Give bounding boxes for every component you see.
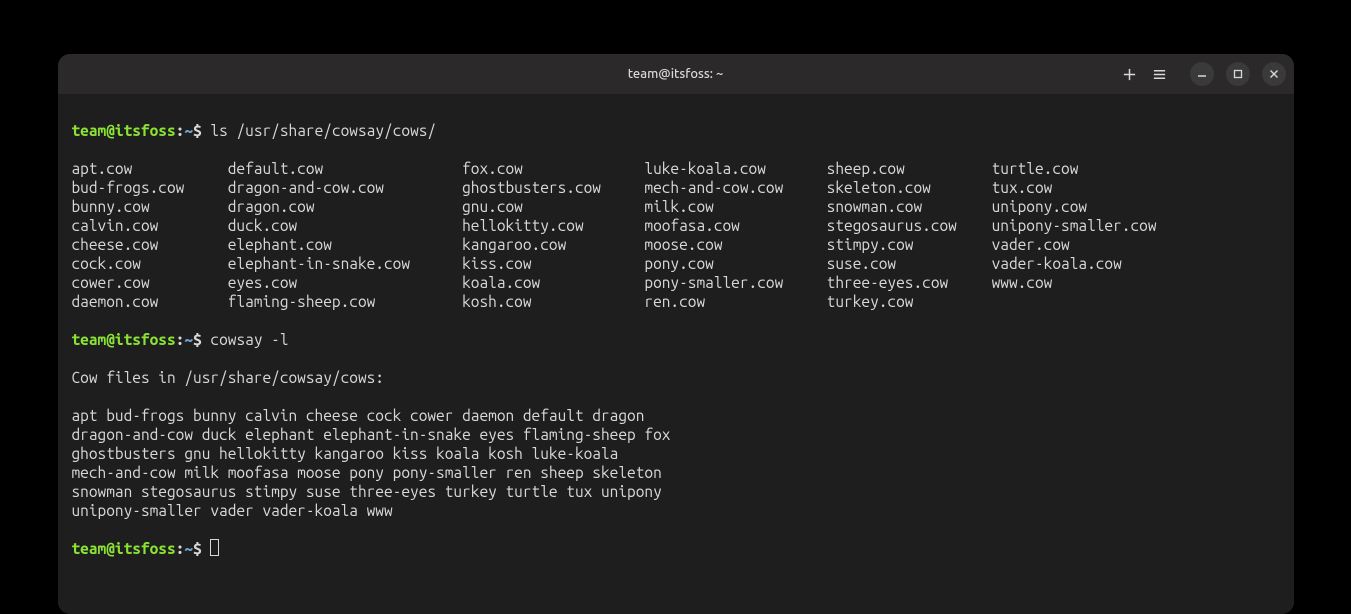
command-1: ls /usr/share/cowsay/cows/ — [202, 122, 436, 139]
prompt-user: team@itsfoss — [72, 331, 176, 348]
ls-row: cock.cow elephant-in-snake.cow kiss.cow … — [72, 254, 1280, 273]
prompt-symbol: $ — [193, 331, 202, 348]
cowsay-line: unipony-smaller vader vader-koala www — [72, 501, 1280, 520]
ls-row: calvin.cow duck.cow hellokitty.cow moofa… — [72, 216, 1280, 235]
window-title: team@itsfoss: ~ — [628, 67, 724, 81]
prompt-line-3: team@itsfoss:~$ — [72, 539, 1280, 558]
cowsay-line: mech-and-cow milk moofasa moose pony pon… — [72, 463, 1280, 482]
cowsay-header: Cow files in /usr/share/cowsay/cows: — [72, 368, 1280, 387]
prompt-colon: : — [176, 540, 185, 557]
ls-row: cheese.cow elephant.cow kangaroo.cow moo… — [72, 235, 1280, 254]
cowsay-line: ghostbusters gnu hellokitty kangaroo kis… — [72, 444, 1280, 463]
prompt-path: ~ — [184, 122, 193, 139]
ls-row: bud-frogs.cow dragon-and-cow.cow ghostbu… — [72, 178, 1280, 197]
minimize-button[interactable] — [1190, 62, 1214, 86]
prompt-user: team@itsfoss — [72, 540, 176, 557]
prompt-line-2: team@itsfoss:~$ cowsay -l — [72, 330, 1280, 349]
titlebar: team@itsfoss: ~ — [58, 54, 1294, 94]
prompt-symbol: $ — [193, 122, 202, 139]
prompt-path: ~ — [184, 540, 193, 557]
cowsay-line: dragon-and-cow duck elephant elephant-in… — [72, 425, 1280, 444]
cowsay-line: apt bud-frogs bunny calvin cheese cock c… — [72, 406, 1280, 425]
maximize-button[interactable] — [1226, 62, 1250, 86]
terminal-window: team@itsfoss: ~ team@itsfoss:~$ ls / — [58, 54, 1294, 614]
ls-row: bunny.cow dragon.cow gnu.cow milk.cow sn… — [72, 197, 1280, 216]
ls-row: apt.cow default.cow fox.cow luke-koala.c… — [72, 159, 1280, 178]
menu-button[interactable] — [1152, 66, 1168, 82]
cowsay-output: apt bud-frogs bunny calvin cheese cock c… — [72, 406, 1280, 520]
ls-row: daemon.cow flaming-sheep.cow kosh.cow re… — [72, 292, 1280, 311]
prompt-symbol: $ — [193, 540, 202, 557]
ls-row: cower.cow eyes.cow koala.cow pony-smalle… — [72, 273, 1280, 292]
prompt-user: team@itsfoss — [72, 122, 176, 139]
cowsay-line: snowman stegosaurus stimpy suse three-ey… — [72, 482, 1280, 501]
prompt-line-1: team@itsfoss:~$ ls /usr/share/cowsay/cow… — [72, 121, 1280, 140]
titlebar-controls — [1122, 62, 1286, 86]
command-2: cowsay -l — [202, 331, 289, 348]
prompt-path: ~ — [184, 331, 193, 348]
ls-output: apt.cow default.cow fox.cow luke-koala.c… — [72, 159, 1280, 311]
cursor — [210, 539, 219, 556]
new-tab-button[interactable] — [1122, 66, 1138, 82]
terminal-body[interactable]: team@itsfoss:~$ ls /usr/share/cowsay/cow… — [58, 94, 1294, 614]
close-button[interactable] — [1262, 62, 1286, 86]
